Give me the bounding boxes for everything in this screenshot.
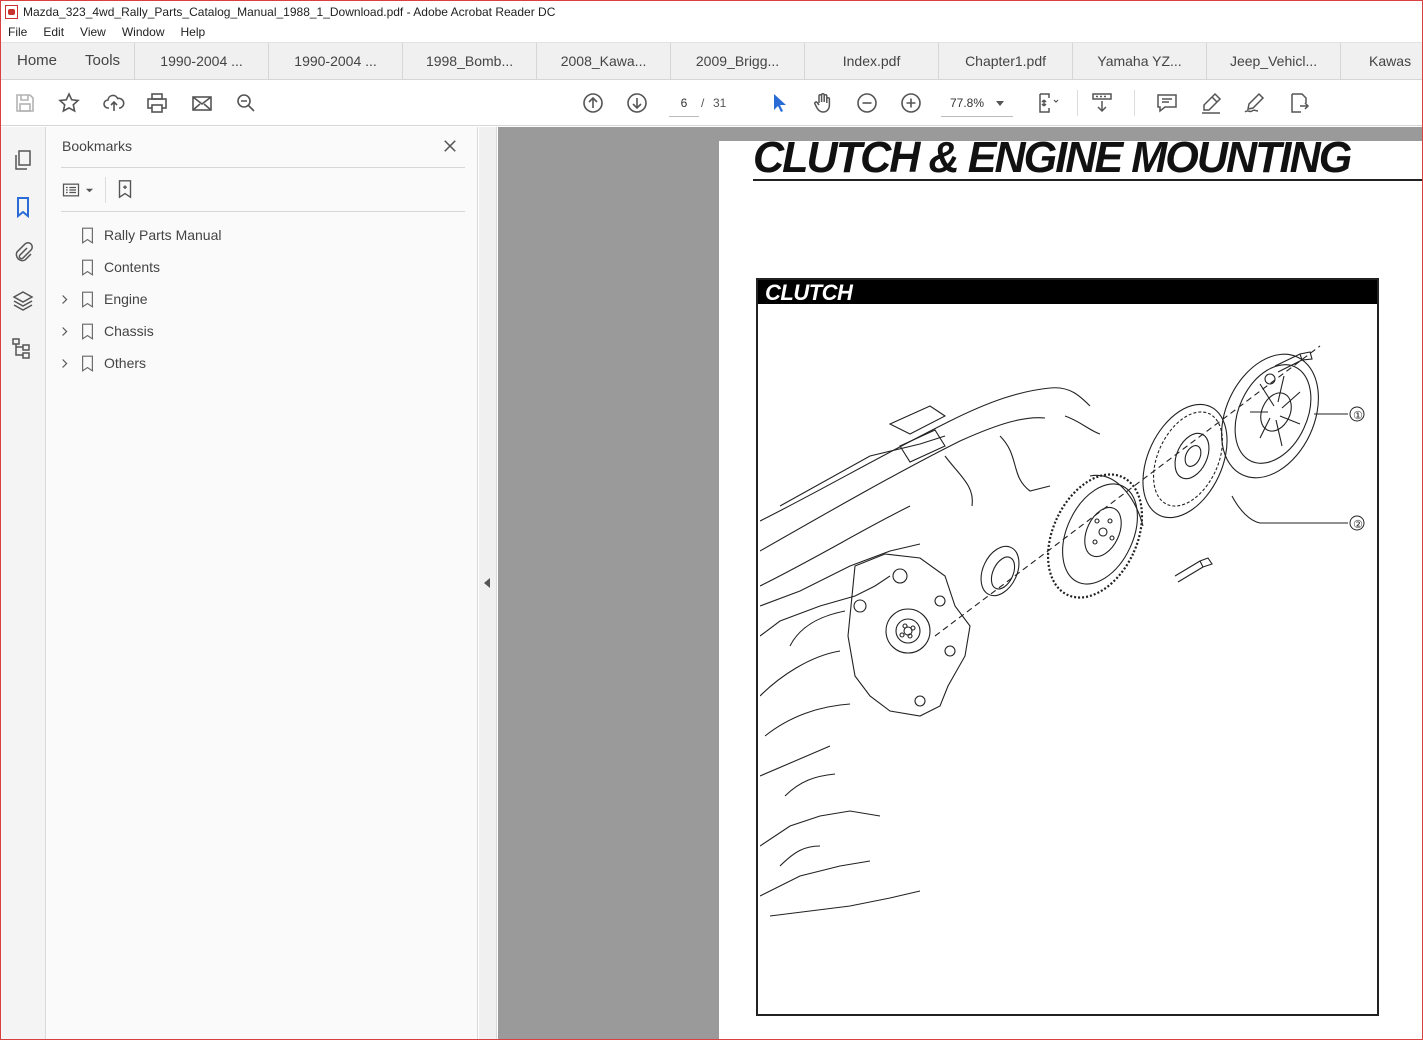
section-title: CLUTCH [765, 280, 853, 305]
collapse-arrow-icon[interactable] [484, 578, 490, 588]
close-icon[interactable] [439, 135, 461, 157]
bookmark-label: Rally Parts Manual [104, 227, 222, 243]
bookmark-options-button[interactable] [61, 179, 97, 201]
upload-icon[interactable] [102, 91, 126, 115]
chevron-down-icon [996, 101, 1004, 106]
pages-icon[interactable] [11, 148, 35, 172]
zoom-level-select[interactable]: 77.8% [941, 91, 1013, 117]
page-separator: / [701, 96, 705, 110]
panel-title: Bookmarks [62, 138, 133, 154]
menu-view[interactable]: View [80, 25, 106, 39]
panel-divider [61, 167, 465, 168]
bookmark-icon [78, 291, 96, 308]
search-zoom-icon[interactable] [234, 91, 258, 115]
bookmark-icon[interactable] [11, 195, 35, 219]
heading-rule [753, 179, 1422, 181]
attachment-icon[interactable] [11, 241, 35, 265]
doc-tab[interactable]: 1990-2004 ... [269, 43, 404, 79]
panel-splitter[interactable] [479, 127, 497, 1039]
bookmark-icon [78, 323, 96, 340]
bookmark-item[interactable]: Contents [46, 253, 466, 281]
tab-bar: Home Tools 1990-2004 ... 1990-2004 ... 1… [1, 43, 1422, 80]
menu-bar: File Edit View Window Help [1, 22, 1422, 43]
share-icon[interactable] [1287, 91, 1311, 115]
clutch-exploded-diagram: ① ② [760, 345, 1365, 917]
page-up-icon[interactable] [581, 91, 605, 115]
page-total: 31 [713, 96, 727, 110]
mail-icon[interactable] [190, 91, 214, 115]
bookmark-item[interactable]: Engine [46, 285, 466, 313]
new-bookmark-icon[interactable] [113, 177, 137, 201]
sign-icon[interactable] [1242, 91, 1266, 115]
navigation-rail [1, 127, 46, 1039]
clutch-figure-box: CLUTCH ① ② [756, 278, 1379, 1016]
scroll-mode-icon[interactable] [1090, 91, 1114, 115]
bookmark-label: Others [104, 355, 147, 371]
window-title: Mazda_323_4wd_Rally_Parts_Catalog_Manual… [23, 4, 556, 19]
zoom-level-value: 77.8% [950, 96, 985, 110]
acrobat-logo-icon [5, 4, 18, 19]
doc-tab[interactable]: Jeep_Vehicl... [1207, 43, 1342, 79]
bookmark-label: Contents [104, 259, 161, 275]
zoom-in-icon[interactable] [899, 91, 923, 115]
select-cursor-icon[interactable] [767, 91, 791, 115]
star-icon[interactable] [57, 91, 81, 115]
panel-toolbar-divider [105, 177, 106, 203]
doc-tab[interactable]: Chapter1.pdf [939, 43, 1074, 79]
print-icon[interactable] [145, 91, 169, 115]
layers-icon[interactable] [11, 289, 35, 313]
doc-tab[interactable]: Index.pdf [805, 43, 940, 79]
section-header-bar: CLUTCH [758, 280, 1377, 305]
bookmarks-panel: Bookmarks Rally Parts Manual Contents En… [46, 127, 478, 1039]
callout-2: ② [1353, 518, 1363, 531]
doc-tab[interactable]: Yamaha YZ... [1073, 43, 1208, 79]
bookmark-item[interactable]: Rally Parts Manual [46, 221, 466, 249]
menu-help[interactable]: Help [181, 25, 206, 39]
panel-divider [61, 211, 465, 212]
comment-icon[interactable] [1155, 91, 1179, 115]
chevron-right-icon[interactable] [58, 294, 72, 305]
highlight-icon[interactable] [1199, 91, 1223, 115]
tab-home[interactable]: Home [1, 43, 71, 79]
doc-tab[interactable]: 1990-2004 ... [135, 43, 270, 79]
zoom-out-icon[interactable] [855, 91, 879, 115]
chevron-right-icon[interactable] [58, 326, 72, 337]
menu-window[interactable]: Window [122, 25, 165, 39]
doc-tab[interactable]: 1998_Bomb... [403, 43, 538, 79]
tab-tools[interactable]: Tools [71, 43, 134, 79]
chevron-right-icon[interactable] [58, 358, 72, 369]
bookmark-icon [78, 355, 96, 372]
hand-icon[interactable] [811, 91, 835, 115]
bookmark-icon [78, 227, 96, 244]
toolbar-divider [1077, 90, 1078, 116]
fit-page-icon[interactable] [1035, 91, 1059, 115]
title-bar: Mazda_323_4wd_Rally_Parts_Catalog_Manual… [1, 1, 1422, 22]
pdf-page: CLUTCH & ENGINE MOUNTING CLUTCH ① ② [719, 133, 1422, 1039]
chevron-down-icon [85, 188, 94, 192]
save-icon[interactable] [13, 91, 37, 115]
bookmark-item[interactable]: Others [46, 349, 466, 377]
bookmark-icon [78, 259, 96, 276]
page-number-input[interactable]: 6 [669, 91, 699, 117]
doc-tab[interactable]: 2008_Kawa... [537, 43, 672, 79]
menu-file[interactable]: File [8, 25, 27, 39]
page-down-icon[interactable] [625, 91, 649, 115]
bookmark-item[interactable]: Chassis [46, 317, 466, 345]
menu-edit[interactable]: Edit [43, 25, 64, 39]
bookmark-label: Chassis [104, 323, 154, 339]
bookmark-label: Engine [104, 291, 148, 307]
page-heading: CLUTCH & ENGINE MOUNTING [753, 133, 1352, 182]
document-viewport[interactable]: CLUTCH & ENGINE MOUNTING CLUTCH ① ② [498, 127, 1422, 1039]
app-window: Mazda_323_4wd_Rally_Parts_Catalog_Manual… [0, 0, 1423, 1040]
doc-tab[interactable]: 2009_Brigg... [671, 43, 806, 79]
tags-icon[interactable] [11, 336, 35, 360]
options-list-icon [62, 183, 80, 197]
doc-tab[interactable]: Kawas [1341, 43, 1411, 79]
toolbar-divider [1134, 90, 1135, 116]
callout-1: ① [1353, 409, 1363, 422]
